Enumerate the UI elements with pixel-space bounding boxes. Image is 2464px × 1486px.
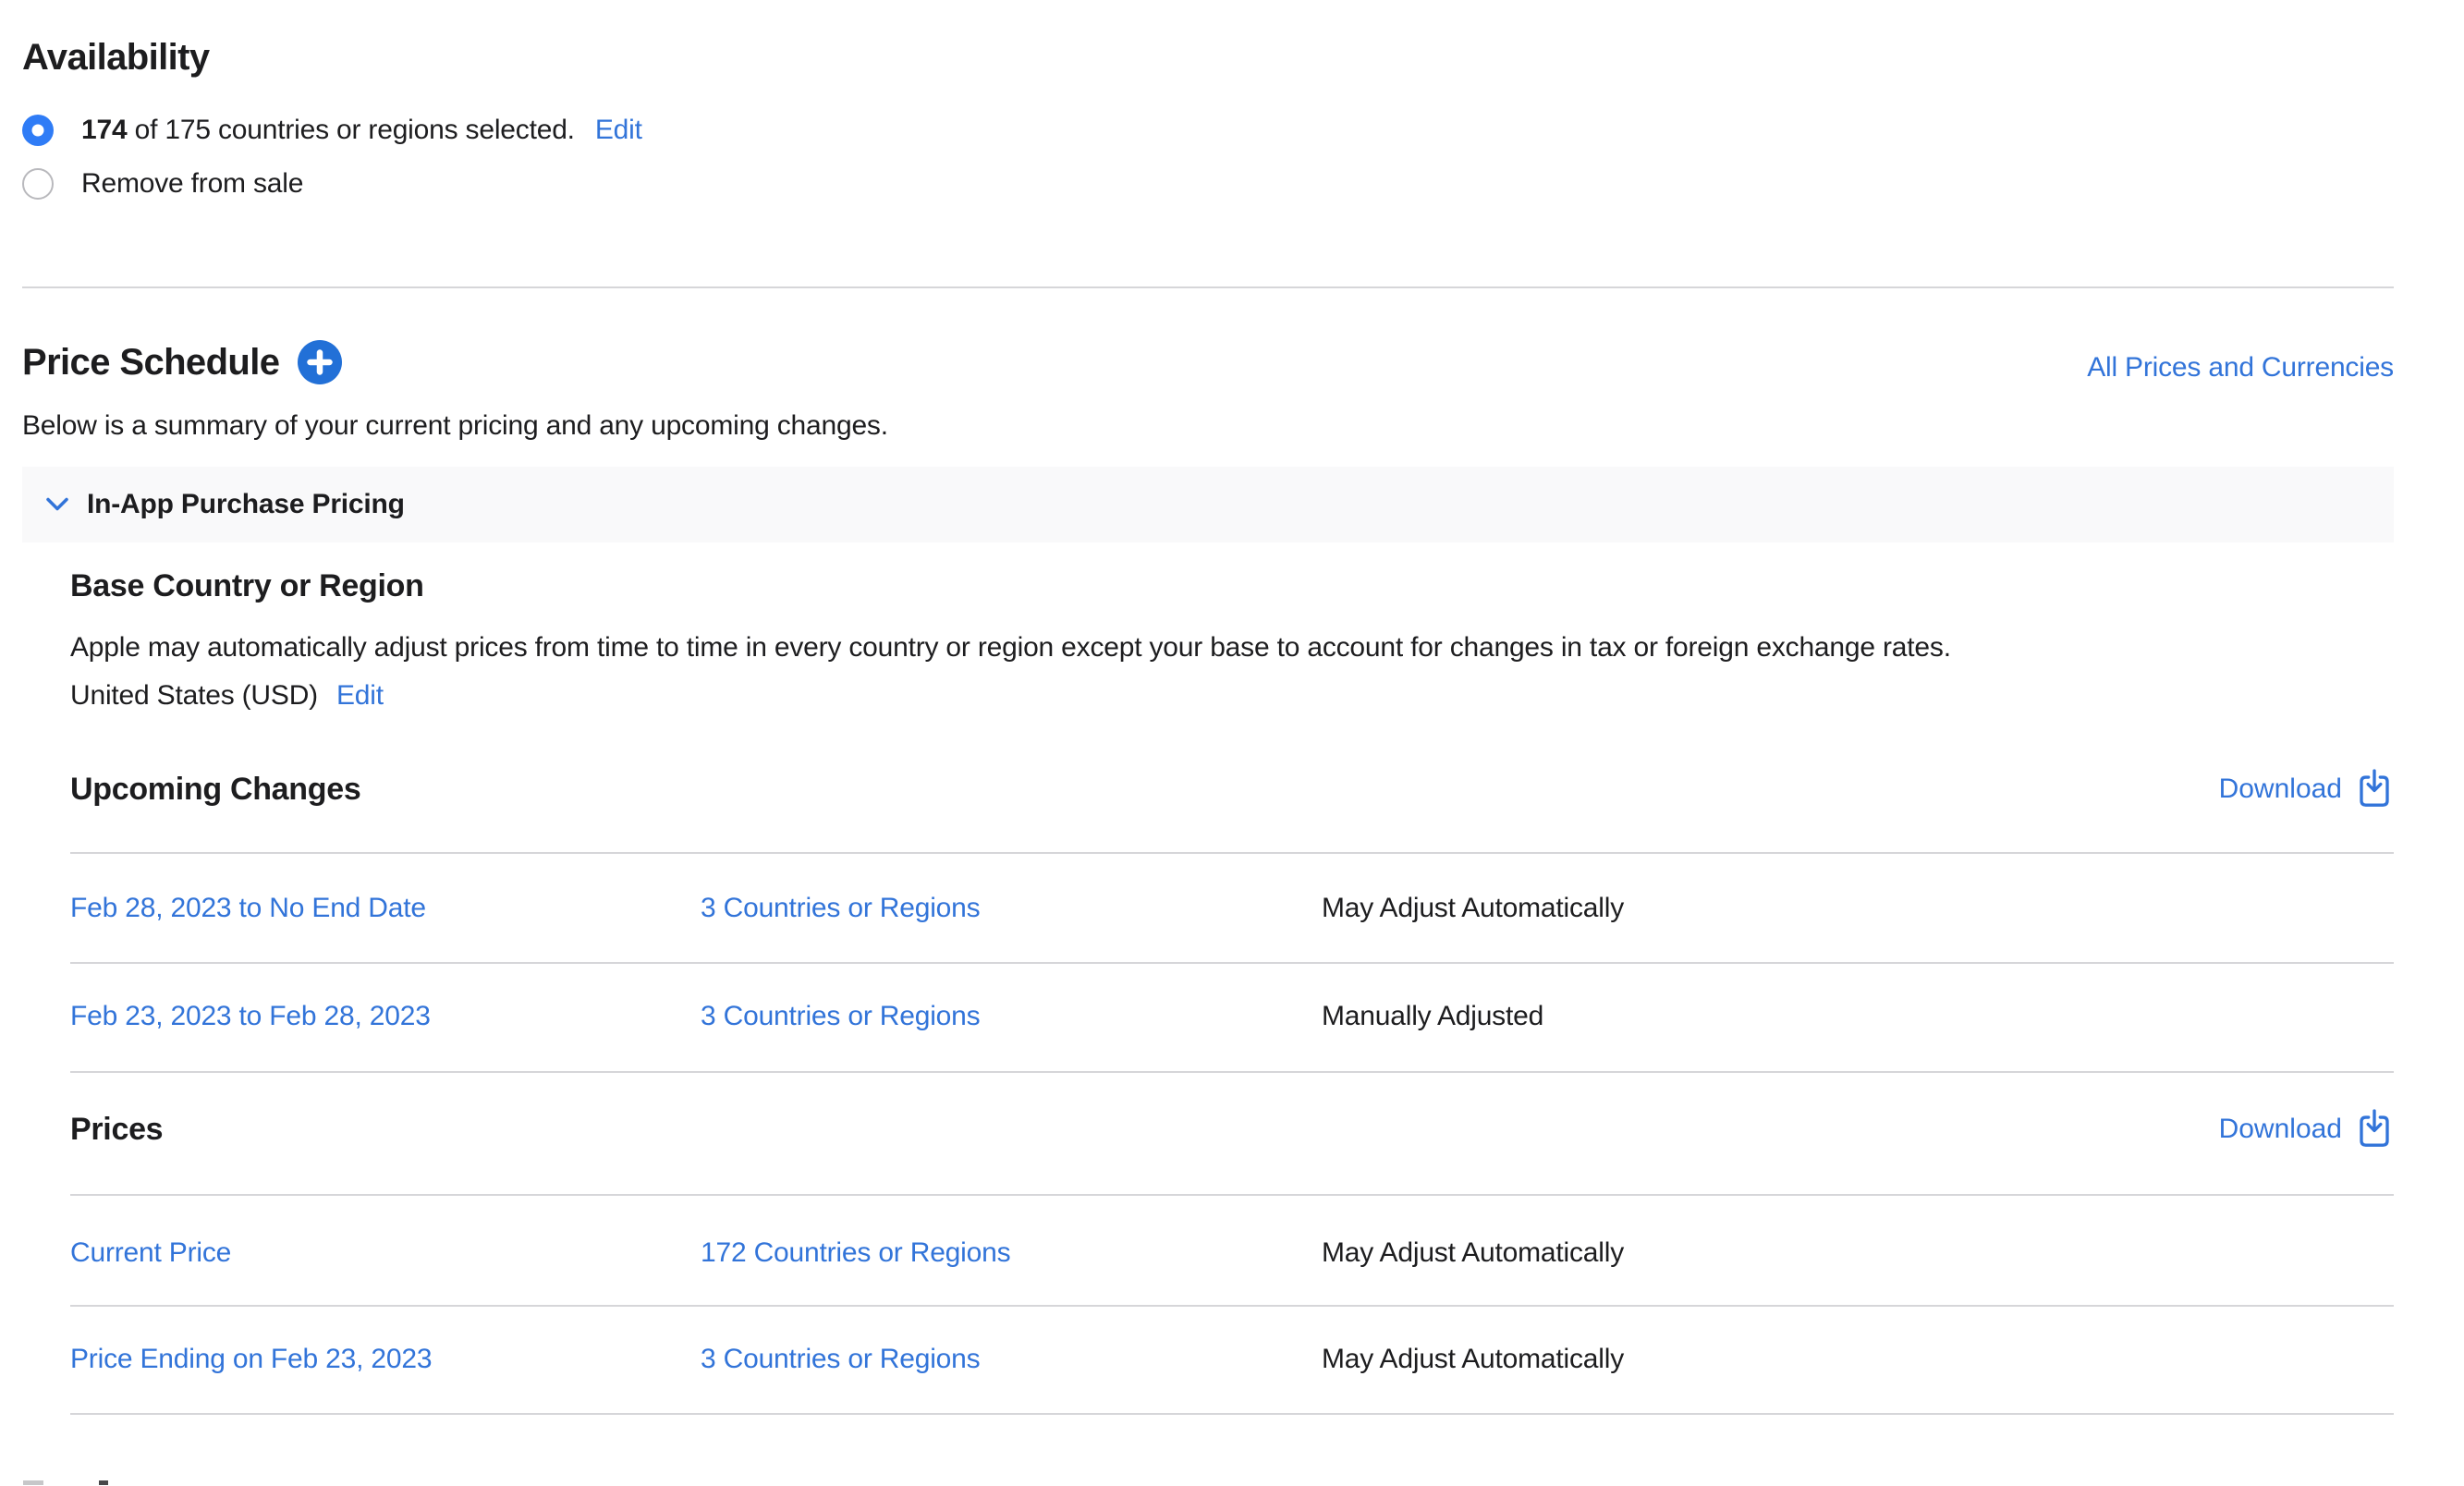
availability-selected-label: 174 of 175 countries or regions selected… xyxy=(81,113,575,148)
prices-download-link[interactable]: Download xyxy=(2219,1108,2394,1151)
prices-title: Prices xyxy=(70,1109,163,1150)
change-status: May Adjust Automatically xyxy=(1322,891,1624,926)
chevron-down-icon xyxy=(44,495,70,514)
change-status: Manually Adjusted xyxy=(1322,999,1543,1034)
price-countries-link[interactable]: 172 Countries or Regions xyxy=(701,1236,1010,1271)
table-divider xyxy=(70,1305,2394,1307)
remove-from-sale-label: Remove from sale xyxy=(81,166,303,201)
selected-count-text: of 175 countries or regions selected. xyxy=(127,115,574,145)
radio-unselected-icon[interactable] xyxy=(22,168,54,200)
base-country-title: Base Country or Region xyxy=(70,566,424,606)
price-period-link[interactable]: Price Ending on Feb 23, 2023 xyxy=(70,1342,432,1377)
upcoming-change-row: Feb 23, 2023 to Feb 28, 2023 3 Countries… xyxy=(70,999,2394,1034)
price-schedule-title: Price Schedule xyxy=(22,340,279,384)
download-label: Download xyxy=(2219,1114,2342,1145)
download-label: Download xyxy=(2219,773,2342,805)
price-period-link[interactable]: Current Price xyxy=(70,1236,231,1271)
change-countries-link[interactable]: 3 Countries or Regions xyxy=(701,999,980,1034)
price-status: May Adjust Automatically xyxy=(1322,1236,1624,1271)
table-divider xyxy=(70,1413,2394,1415)
download-icon xyxy=(2355,1108,2394,1151)
table-divider xyxy=(70,1194,2394,1196)
availability-title: Availability xyxy=(22,35,210,79)
price-row: Price Ending on Feb 23, 2023 3 Countries… xyxy=(70,1342,2394,1377)
table-divider xyxy=(70,1071,2394,1073)
in-app-purchase-pricing-group-header[interactable]: In-App Purchase Pricing xyxy=(22,467,2394,542)
radio-selected-icon[interactable] xyxy=(22,115,54,146)
availability-option-selected[interactable]: 174 of 175 countries or regions selected… xyxy=(22,112,642,149)
upcoming-change-row: Feb 28, 2023 to No End Date 3 Countries … xyxy=(70,891,2394,926)
price-status: May Adjust Automatically xyxy=(1322,1342,1624,1377)
table-divider xyxy=(70,852,2394,854)
table-divider xyxy=(70,962,2394,964)
group-header-label: In-App Purchase Pricing xyxy=(87,489,405,520)
selected-count: 174 xyxy=(81,115,127,145)
upcoming-changes-download-link[interactable]: Download xyxy=(2219,768,2394,810)
plus-icon xyxy=(298,340,342,384)
availability-option-remove[interactable]: Remove from sale xyxy=(22,165,303,202)
availability-divider xyxy=(22,286,2394,288)
base-country-value-row: United States (USD) Edit xyxy=(70,678,384,713)
upcoming-changes-title: Upcoming Changes xyxy=(70,769,360,810)
add-price-button[interactable] xyxy=(298,340,342,384)
all-prices-and-currencies-link[interactable]: All Prices and Currencies xyxy=(2087,350,2394,385)
in-app-purchase-pricing-page: Availability 174 of 175 countries or reg… xyxy=(0,0,2464,1486)
price-row: Current Price 172 Countries or Regions M… xyxy=(70,1236,2394,1271)
change-period-link[interactable]: Feb 23, 2023 to Feb 28, 2023 xyxy=(70,999,431,1034)
change-period-link[interactable]: Feb 28, 2023 to No End Date xyxy=(70,891,426,926)
change-countries-link[interactable]: 3 Countries or Regions xyxy=(701,891,980,926)
base-country-value: United States (USD) xyxy=(70,678,318,713)
price-countries-link[interactable]: 3 Countries or Regions xyxy=(701,1342,980,1377)
base-country-description: Apple may automatically adjust prices fr… xyxy=(70,630,1951,665)
download-icon xyxy=(2355,768,2394,810)
availability-edit-link[interactable]: Edit xyxy=(595,113,642,148)
price-schedule-subtitle: Below is a summary of your current prici… xyxy=(22,408,888,444)
clipped-next-section-mark xyxy=(23,1480,43,1485)
base-country-edit-link[interactable]: Edit xyxy=(336,678,384,713)
clipped-next-section-mark xyxy=(99,1480,108,1485)
